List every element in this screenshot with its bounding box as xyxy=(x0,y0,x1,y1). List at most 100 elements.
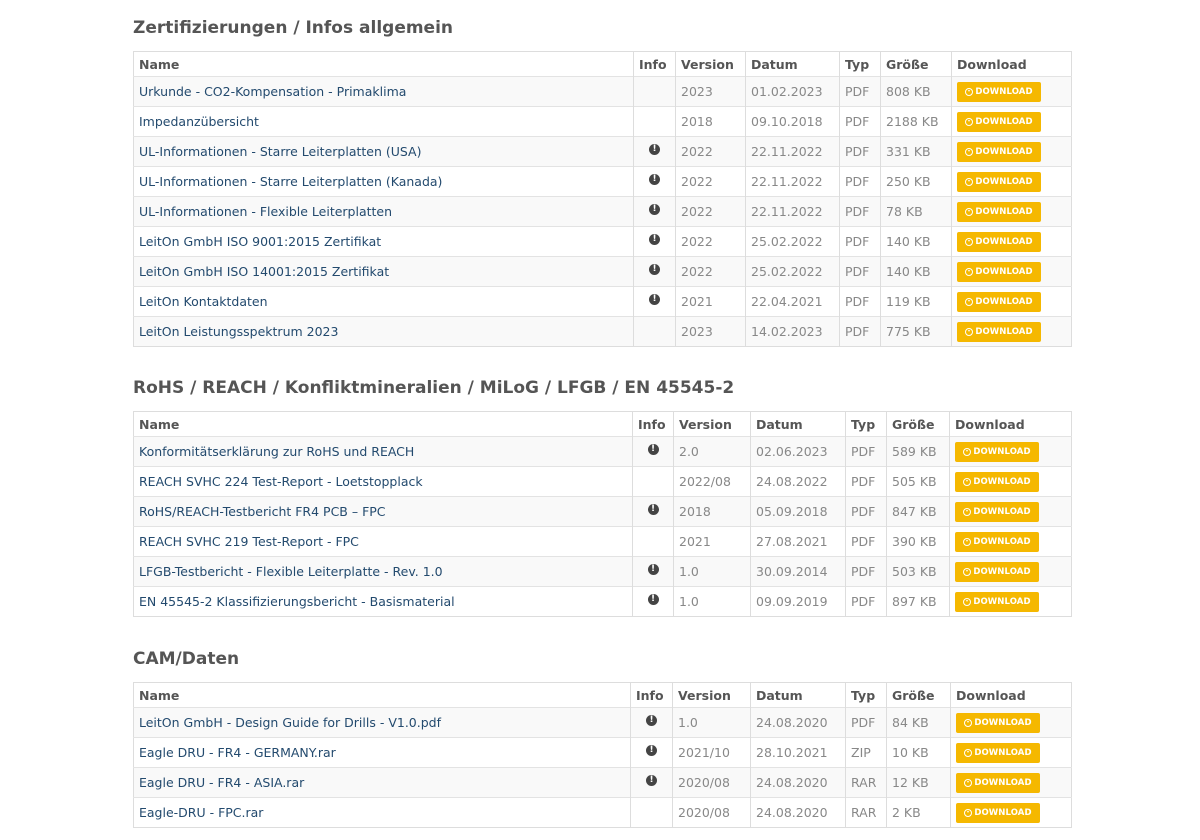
size-cell: 2188 KB xyxy=(880,106,952,137)
file-name-link[interactable]: Urkunde - CO2-Kompensation - Primaklima xyxy=(133,76,634,107)
column-header-info: Info xyxy=(630,682,673,708)
file-name-link[interactable]: Eagle-DRU - FPC.rar xyxy=(133,797,631,828)
download-button[interactable]: DOWNLOAD xyxy=(957,261,1041,282)
info-icon[interactable]: ! xyxy=(647,594,659,605)
size-cell: 847 KB xyxy=(886,496,950,527)
version-cell: 2021 xyxy=(673,526,751,557)
file-name-link[interactable]: Eagle DRU - FR4 - ASIA.rar xyxy=(133,767,631,798)
table-row: Eagle DRU - FR4 - ASIA.rar! 2020/08 24.08.… xyxy=(133,767,1072,798)
column-header-typ: Typ xyxy=(845,411,887,437)
file-name-link[interactable]: UL-Informationen - Starre Leiterplatten … xyxy=(133,166,634,197)
download-button[interactable]: DOWNLOAD xyxy=(957,291,1041,312)
download-cell: DOWNLOAD xyxy=(951,76,1072,107)
column-header-typ: Typ xyxy=(845,682,887,708)
download-button[interactable]: DOWNLOAD xyxy=(957,231,1041,252)
file-name-link[interactable]: RoHS/REACH-Testbericht FR4 PCB – FPC xyxy=(133,496,633,527)
info-icon[interactable]: ! xyxy=(649,264,660,275)
download-button[interactable]: DOWNLOAD xyxy=(955,441,1039,462)
date-cell: 22.11.2022 xyxy=(745,136,840,167)
file-name-link[interactable]: LeitOn Leistungsspektrum 2023 xyxy=(133,316,634,347)
info-icon[interactable]: ! xyxy=(647,564,659,575)
download-icon xyxy=(965,117,974,126)
type-cell: PDF xyxy=(839,286,881,317)
info-icon[interactable]: ! xyxy=(649,144,660,155)
table-row: EN 45545-2 Klassifizierungsbericht - Bas… xyxy=(133,586,1072,617)
file-name-link[interactable]: EN 45545-2 Klassifizierungsbericht - Bas… xyxy=(133,586,633,617)
date-cell: 05.09.2018 xyxy=(750,496,846,527)
file-name-link[interactable]: UL-Informationen - Flexible Leiterplatte… xyxy=(133,196,634,227)
download-button[interactable]: DOWNLOAD xyxy=(955,591,1039,612)
size-cell: 897 KB xyxy=(886,586,950,617)
size-cell: 390 KB xyxy=(886,526,950,557)
table-row: RoHS/REACH-Testbericht FR4 PCB – FPC! 201… xyxy=(133,496,1072,527)
file-name-link[interactable]: REACH SVHC 224 Test-Report - Loetstoppla… xyxy=(133,466,633,497)
table-row: UL-Informationen - Flexible Leiterplatte… xyxy=(133,196,1072,227)
download-button[interactable]: DOWNLOAD xyxy=(957,321,1041,342)
info-cell: ! xyxy=(630,707,673,738)
file-name-link[interactable]: LeitOn GmbH - Design Guide for Drills - … xyxy=(133,707,631,738)
date-cell: 24.08.2020 xyxy=(750,707,846,738)
file-name-link[interactable]: LFGB-Testbericht - Flexible Leiterplatte… xyxy=(133,556,633,587)
file-name-link[interactable]: REACH SVHC 219 Test-Report - FPC xyxy=(133,526,633,557)
column-header-download: Download xyxy=(951,51,1072,77)
type-cell: RAR xyxy=(845,767,887,798)
size-cell: 119 KB xyxy=(880,286,952,317)
info-icon[interactable]: ! xyxy=(649,234,660,245)
file-name-link[interactable]: UL-Informationen - Starre Leiterplatten … xyxy=(133,136,634,167)
download-label: DOWNLOAD xyxy=(975,206,1033,217)
info-icon[interactable]: ! xyxy=(646,745,657,756)
download-icon xyxy=(963,447,972,456)
size-cell: 808 KB xyxy=(880,76,952,107)
download-button[interactable]: DOWNLOAD xyxy=(955,471,1039,492)
info-cell xyxy=(633,76,676,107)
download-button[interactable]: DOWNLOAD xyxy=(956,802,1040,823)
download-label: DOWNLOAD xyxy=(975,86,1033,97)
info-icon[interactable]: ! xyxy=(649,174,660,185)
download-button[interactable]: DOWNLOAD xyxy=(957,111,1041,132)
date-cell: 22.11.2022 xyxy=(745,166,840,197)
download-button[interactable]: DOWNLOAD xyxy=(955,561,1039,582)
info-icon[interactable]: ! xyxy=(646,715,657,726)
downloads-table: Name Info Version Datum Typ Größe Download Urku… xyxy=(133,51,1072,347)
type-cell: PDF xyxy=(845,496,887,527)
table-row: REACH SVHC 224 Test-Report - Loetstoppla… xyxy=(133,466,1072,497)
section-title: RoHS / REACH / Konfliktmineralien / MiLo… xyxy=(133,378,735,398)
type-cell: RAR xyxy=(845,797,887,828)
download-button[interactable]: DOWNLOAD xyxy=(957,201,1041,222)
table-row: Urkunde - CO2-Kompensation - Primaklima 2… xyxy=(133,76,1072,107)
download-button[interactable]: DOWNLOAD xyxy=(955,531,1039,552)
version-cell: 2021 xyxy=(675,286,746,317)
column-header-typ: Typ xyxy=(839,51,881,77)
table-row: Konformitätserklärung zur RoHS und REACH… xyxy=(133,436,1072,467)
column-header-datum: Datum xyxy=(750,411,846,437)
info-cell: ! xyxy=(632,586,674,617)
info-icon[interactable]: ! xyxy=(646,775,657,786)
size-cell: 84 KB xyxy=(886,707,951,738)
download-button[interactable]: DOWNLOAD xyxy=(955,501,1039,522)
info-icon[interactable]: ! xyxy=(649,204,660,215)
file-name-link[interactable]: LeitOn Kontaktdaten xyxy=(133,286,634,317)
info-icon[interactable]: ! xyxy=(647,444,659,455)
type-cell: PDF xyxy=(845,556,887,587)
file-name-link[interactable]: Eagle DRU - FR4 - GERMANY.rar xyxy=(133,737,631,768)
download-icon xyxy=(963,537,972,546)
download-button[interactable]: DOWNLOAD xyxy=(957,141,1041,162)
file-name-link[interactable]: Konformitätserklärung zur RoHS und REACH xyxy=(133,436,633,467)
file-name-link[interactable]: LeitOn GmbH ISO 9001:2015 Zertifikat xyxy=(133,226,634,257)
info-icon[interactable]: ! xyxy=(647,504,659,515)
download-button[interactable]: DOWNLOAD xyxy=(956,772,1040,793)
info-icon[interactable]: ! xyxy=(649,294,660,305)
date-cell: 02.06.2023 xyxy=(750,436,846,467)
table-row: LeitOn GmbH ISO 9001:2015 Zertifikat! 202… xyxy=(133,226,1072,257)
download-button[interactable]: DOWNLOAD xyxy=(956,742,1040,763)
date-cell: 14.02.2023 xyxy=(745,316,840,347)
type-cell: PDF xyxy=(839,136,881,167)
version-cell: 1.0 xyxy=(673,586,751,617)
download-button[interactable]: DOWNLOAD xyxy=(957,171,1041,192)
file-name-link[interactable]: LeitOn GmbH ISO 14001:2015 Zertifikat xyxy=(133,256,634,287)
download-button[interactable]: DOWNLOAD xyxy=(956,712,1040,733)
date-cell: 24.08.2022 xyxy=(750,466,846,497)
column-header-datum: Datum xyxy=(745,51,840,77)
file-name-link[interactable]: Impedanzübersicht xyxy=(133,106,634,137)
download-button[interactable]: DOWNLOAD xyxy=(957,81,1041,102)
